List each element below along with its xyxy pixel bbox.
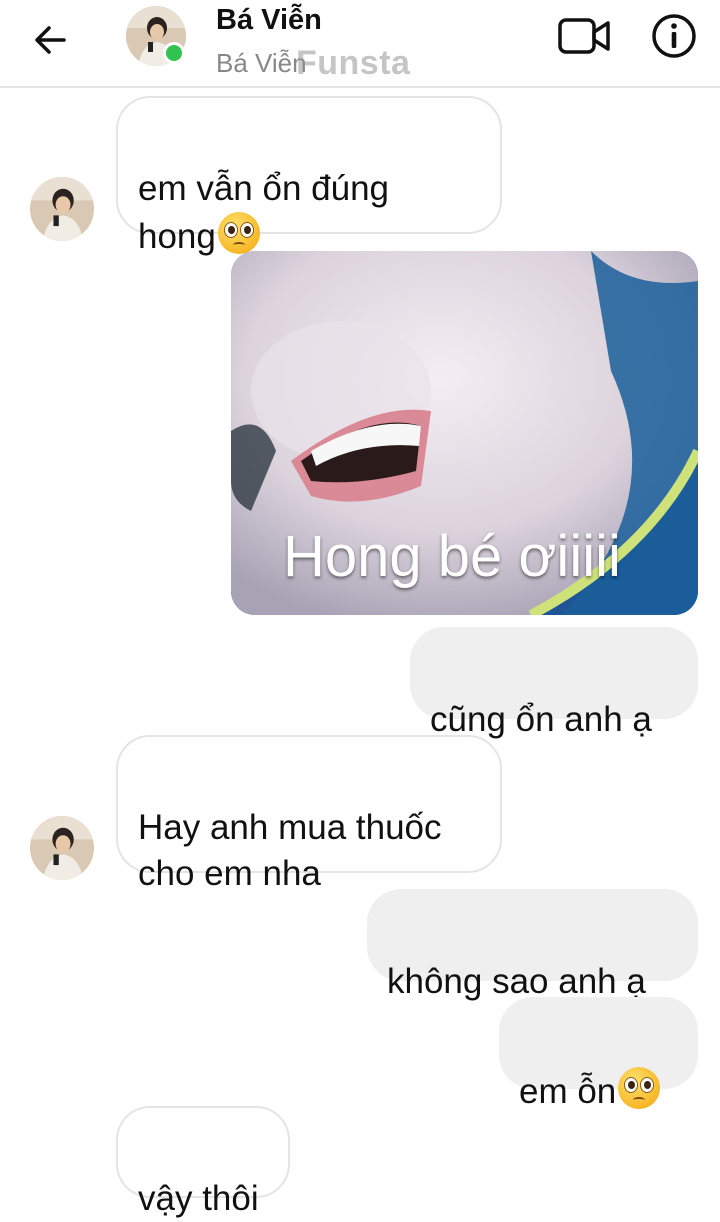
message-text: vậy thôi bbox=[138, 1179, 259, 1218]
chat-header: Bá Viễn Bá Viễn Funsta bbox=[0, 0, 720, 88]
message-text: không sao anh ạ bbox=[387, 962, 646, 1001]
watermark: Funsta bbox=[296, 44, 411, 82]
message-bubble-outgoing[interactable]: em ỗn bbox=[499, 997, 698, 1111]
message-bubble-outgoing[interactable]: cũng ổn anh ạ bbox=[410, 627, 698, 739]
image-message[interactable]: Hong bé ơiiiii bbox=[231, 251, 698, 615]
message-bubble-incoming[interactable]: em vẫn ổn đúng hong bbox=[116, 96, 502, 256]
message-bubble-incoming[interactable]: Hay anh mua thuốc cho em nha bbox=[116, 735, 502, 893]
message-text: em vẫn ổn đúng hong bbox=[138, 169, 390, 256]
message-text: cũng ổn anh ạ bbox=[430, 700, 652, 739]
message-text: Hay anh mua thuốc cho em nha bbox=[138, 808, 442, 893]
message-bubble-outgoing[interactable]: không sao anh ạ bbox=[367, 889, 698, 1001]
sender-avatar[interactable] bbox=[30, 816, 94, 880]
info-icon[interactable] bbox=[650, 12, 698, 60]
message-text: em ỗn bbox=[519, 1072, 617, 1111]
back-arrow-icon[interactable] bbox=[30, 20, 70, 60]
sender-avatar[interactable] bbox=[30, 177, 94, 241]
message-bubble-incoming[interactable]: vậy thôi bbox=[116, 1106, 290, 1218]
online-status-dot bbox=[163, 42, 185, 64]
pleading-face-emoji-icon bbox=[217, 212, 260, 254]
video-call-icon[interactable] bbox=[556, 14, 612, 58]
contact-subtitle: Bá Viễn bbox=[216, 48, 307, 78]
image-caption: Hong bé ơiiiii bbox=[283, 524, 621, 589]
contact-name[interactable]: Bá Viễn bbox=[216, 4, 322, 37]
pleading-face-emoji-icon bbox=[618, 1067, 661, 1109]
